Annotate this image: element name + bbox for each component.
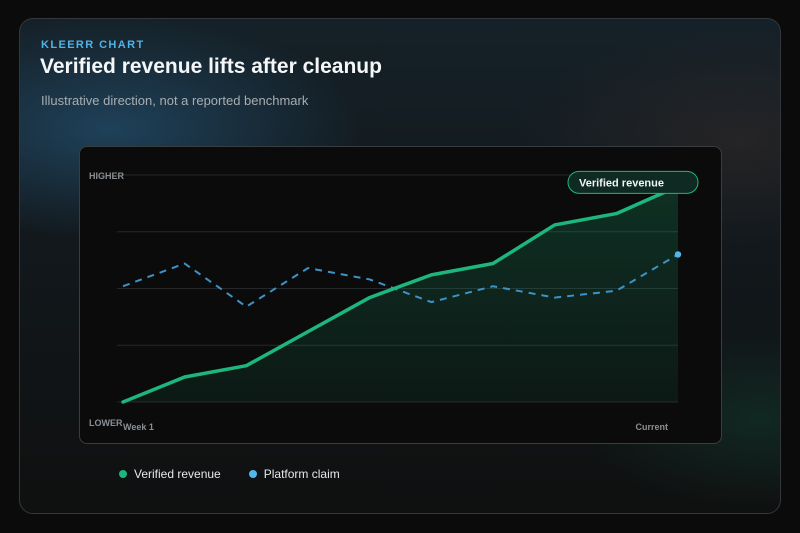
chart-card: KLEERR CHART Verified revenue lifts afte… xyxy=(19,18,781,514)
eyebrow-label: KLEERR CHART xyxy=(41,39,145,51)
legend-label-verified: Verified revenue xyxy=(134,467,221,481)
chart-subtitle: Illustrative direction, not a reported b… xyxy=(41,93,309,108)
chart-title: Verified revenue lifts after cleanup xyxy=(40,55,382,78)
x-tick-label: Current xyxy=(635,422,668,432)
platform-claim-end-point xyxy=(674,251,682,258)
plot-area: HIGHER LOWER Week 1 Current Verified revenue xyxy=(79,146,722,444)
x-tick-label: Week 1 xyxy=(123,422,154,432)
y-axis-label-top: HIGHER xyxy=(89,171,125,181)
verified-legend-dot xyxy=(119,470,127,478)
verified-revenue-annotation-label: Verified revenue xyxy=(579,177,664,189)
line-chart: HIGHER LOWER Week 1 Current Verified revenue xyxy=(89,170,699,432)
legend: Verified revenue Platform claim xyxy=(119,467,340,481)
claim-legend-dot xyxy=(248,470,257,478)
legend-item-claim: Platform claim xyxy=(248,467,340,481)
legend-item-verified: Verified revenue xyxy=(119,467,221,481)
y-axis-label-bottom: LOWER xyxy=(89,418,123,428)
legend-label-claim: Platform claim xyxy=(263,467,340,481)
